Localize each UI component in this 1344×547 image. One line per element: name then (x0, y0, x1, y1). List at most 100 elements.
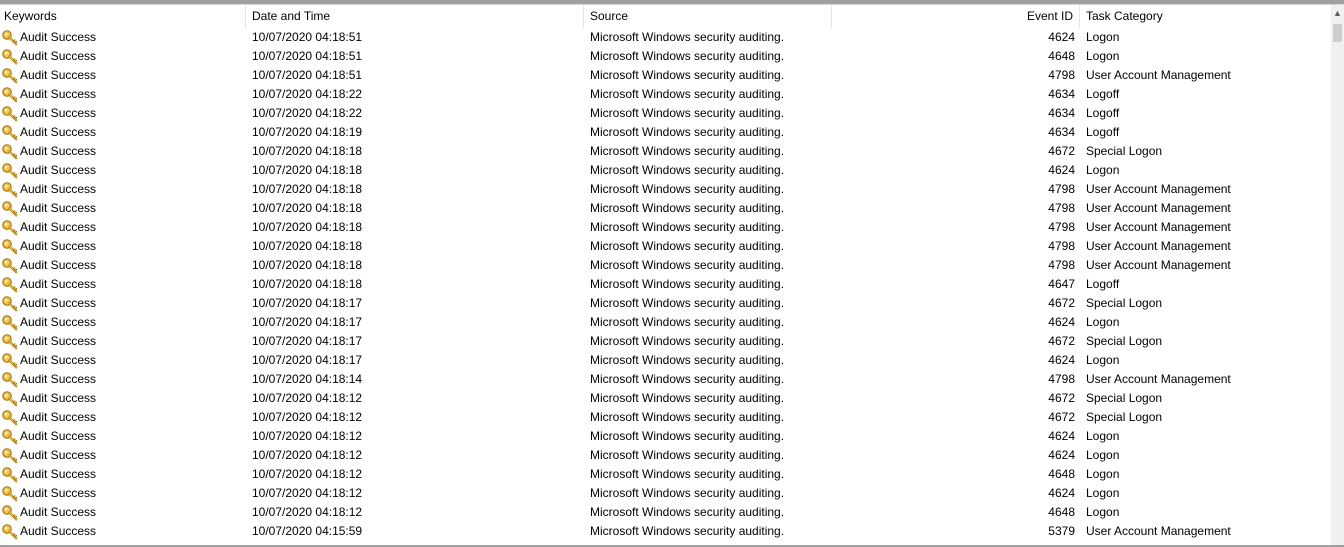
keyword-cell: Audit Success (20, 524, 97, 538)
task-category-cell: Logon (1086, 30, 1120, 44)
event-id-cell: 4648 (1048, 505, 1075, 519)
source-cell: Microsoft Windows security auditing. (590, 524, 785, 538)
keyword-cell: Audit Success (20, 106, 97, 120)
keyword-cell: Audit Success (20, 505, 97, 519)
scrollbar-thumb[interactable] (1333, 24, 1342, 42)
table-row[interactable]: Audit Success 10/07/2020 04:18:12 Micros… (0, 427, 1331, 446)
source-cell: Microsoft Windows security auditing. (590, 163, 785, 177)
table-row[interactable]: Audit Success 10/07/2020 04:18:18 Micros… (0, 256, 1331, 275)
date-time-cell: 10/07/2020 04:18:18 (252, 220, 363, 234)
keyword-cell: Audit Success (20, 315, 97, 329)
source-cell: Microsoft Windows security auditing. (590, 201, 785, 215)
date-time-cell: 10/07/2020 04:18:18 (252, 163, 363, 177)
date-time-cell: 10/07/2020 04:18:22 (252, 87, 363, 101)
table-row[interactable]: Audit Success 10/07/2020 04:18:12 Micros… (0, 389, 1331, 408)
task-category-cell: Special Logon (1086, 296, 1163, 310)
table-row[interactable]: Audit Success 10/07/2020 04:18:51 Micros… (0, 28, 1331, 47)
event-id-cell: 4798 (1048, 182, 1075, 196)
table-row[interactable]: Audit Success 10/07/2020 04:18:17 Micros… (0, 351, 1331, 370)
event-id-cell: 4672 (1048, 334, 1075, 348)
event-id-cell: 4672 (1048, 410, 1075, 424)
event-id-cell: 4798 (1048, 258, 1075, 272)
date-time-cell: 10/07/2020 04:18:17 (252, 353, 363, 367)
task-category-cell: Special Logon (1086, 334, 1163, 348)
column-header-row: Keywords Date and Time Source Event ID T… (0, 5, 1331, 28)
date-time-cell: 10/07/2020 04:18:22 (252, 106, 363, 120)
event-id-cell: 4798 (1048, 201, 1075, 215)
source-cell: Microsoft Windows security auditing. (590, 334, 785, 348)
source-cell: Microsoft Windows security auditing. (590, 410, 785, 424)
event-id-cell: 4634 (1048, 106, 1075, 120)
task-category-cell: User Account Management (1086, 220, 1231, 234)
date-time-cell: 10/07/2020 04:18:18 (252, 277, 363, 291)
event-id-cell: 4624 (1048, 448, 1075, 462)
event-id-cell: 4624 (1048, 429, 1075, 443)
column-header-keywords[interactable]: Keywords (0, 5, 246, 28)
keyword-cell: Audit Success (20, 30, 97, 44)
date-time-cell: 10/07/2020 04:18:51 (252, 30, 363, 44)
table-row[interactable]: Audit Success 10/07/2020 04:18:12 Micros… (0, 503, 1331, 522)
table-row[interactable]: Audit Success 10/07/2020 04:18:19 Micros… (0, 123, 1331, 142)
keyword-cell: Audit Success (20, 144, 97, 158)
table-row[interactable]: Audit Success 10/07/2020 04:18:17 Micros… (0, 313, 1331, 332)
source-cell: Microsoft Windows security auditing. (590, 315, 785, 329)
table-row[interactable]: Audit Success 10/07/2020 04:18:17 Micros… (0, 332, 1331, 351)
table-row[interactable]: Audit Success 10/07/2020 04:18:22 Micros… (0, 104, 1331, 123)
table-row[interactable]: Audit Success 10/07/2020 04:18:18 Micros… (0, 161, 1331, 180)
column-header-date-time[interactable]: Date and Time (246, 5, 584, 28)
date-time-cell: 10/07/2020 04:18:18 (252, 144, 363, 158)
table-row[interactable]: Audit Success 10/07/2020 04:18:18 Micros… (0, 218, 1331, 237)
source-cell: Microsoft Windows security auditing. (590, 182, 785, 196)
column-header-task-category[interactable]: Task Category (1080, 5, 1331, 28)
table-row[interactable]: Audit Success 10/07/2020 04:18:18 Micros… (0, 237, 1331, 256)
task-category-cell: Logoff (1086, 277, 1120, 291)
date-time-cell: 10/07/2020 04:18:18 (252, 182, 363, 196)
table-row[interactable]: Audit Success 10/07/2020 04:18:17 Micros… (0, 294, 1331, 313)
column-header-source[interactable]: Source (584, 5, 832, 28)
table-row[interactable]: Audit Success 10/07/2020 04:18:51 Micros… (0, 66, 1331, 85)
date-time-cell: 10/07/2020 04:18:12 (252, 505, 363, 519)
keyword-cell: Audit Success (20, 68, 97, 82)
source-cell: Microsoft Windows security auditing. (590, 87, 785, 101)
task-category-cell: Logoff (1086, 125, 1120, 139)
task-category-cell: User Account Management (1086, 68, 1231, 82)
task-category-cell: Logon (1086, 315, 1120, 329)
task-category-cell: Logon (1086, 353, 1120, 367)
table-row[interactable]: Audit Success 10/07/2020 04:18:18 Micros… (0, 275, 1331, 294)
source-cell: Microsoft Windows security auditing. (590, 239, 785, 253)
date-time-cell: 10/07/2020 04:18:18 (252, 239, 363, 253)
event-id-cell: 4648 (1048, 467, 1075, 481)
keyword-cell: Audit Success (20, 239, 97, 253)
keyword-cell: Audit Success (20, 87, 97, 101)
vertical-scrollbar[interactable]: ▲ (1331, 5, 1344, 545)
source-cell: Microsoft Windows security auditing. (590, 277, 785, 291)
table-row[interactable]: Audit Success 10/07/2020 04:18:14 Micros… (0, 370, 1331, 389)
source-cell: Microsoft Windows security auditing. (590, 220, 785, 234)
table-row[interactable]: Audit Success 10/07/2020 04:18:51 Micros… (0, 47, 1331, 66)
table-row[interactable]: Audit Success 10/07/2020 04:15:59 Micros… (0, 522, 1331, 541)
table-row[interactable]: Audit Success 10/07/2020 04:18:12 Micros… (0, 446, 1331, 465)
keyword-cell: Audit Success (20, 334, 97, 348)
table-row[interactable]: Audit Success 10/07/2020 04:18:18 Micros… (0, 180, 1331, 199)
event-id-cell: 4634 (1048, 125, 1075, 139)
event-id-cell: 4672 (1048, 296, 1075, 310)
task-category-cell: Logon (1086, 505, 1120, 519)
source-cell: Microsoft Windows security auditing. (590, 49, 785, 63)
scroll-up-arrow-icon[interactable]: ▲ (1331, 5, 1344, 22)
date-time-cell: 10/07/2020 04:18:18 (252, 258, 363, 272)
table-row[interactable]: Audit Success 10/07/2020 04:18:18 Micros… (0, 199, 1331, 218)
source-cell: Microsoft Windows security auditing. (590, 258, 785, 272)
table-row[interactable]: Audit Success 10/07/2020 04:18:12 Micros… (0, 408, 1331, 427)
table-row[interactable]: Audit Success 10/07/2020 04:18:22 Micros… (0, 85, 1331, 104)
task-category-cell: Logoff (1086, 87, 1120, 101)
table-row[interactable]: Audit Success 10/07/2020 04:18:18 Micros… (0, 142, 1331, 161)
date-time-cell: 10/07/2020 04:18:12 (252, 486, 363, 500)
keyword-cell: Audit Success (20, 391, 97, 405)
keyword-cell: Audit Success (20, 201, 97, 215)
date-time-cell: 10/07/2020 04:18:51 (252, 68, 363, 82)
table-row[interactable]: Audit Success 10/07/2020 04:18:12 Micros… (0, 465, 1331, 484)
task-category-cell: Logoff (1086, 106, 1120, 120)
column-header-event-id[interactable]: Event ID (832, 5, 1080, 28)
table-row[interactable]: Audit Success 10/07/2020 04:18:12 Micros… (0, 484, 1331, 503)
event-id-cell: 4634 (1048, 87, 1075, 101)
